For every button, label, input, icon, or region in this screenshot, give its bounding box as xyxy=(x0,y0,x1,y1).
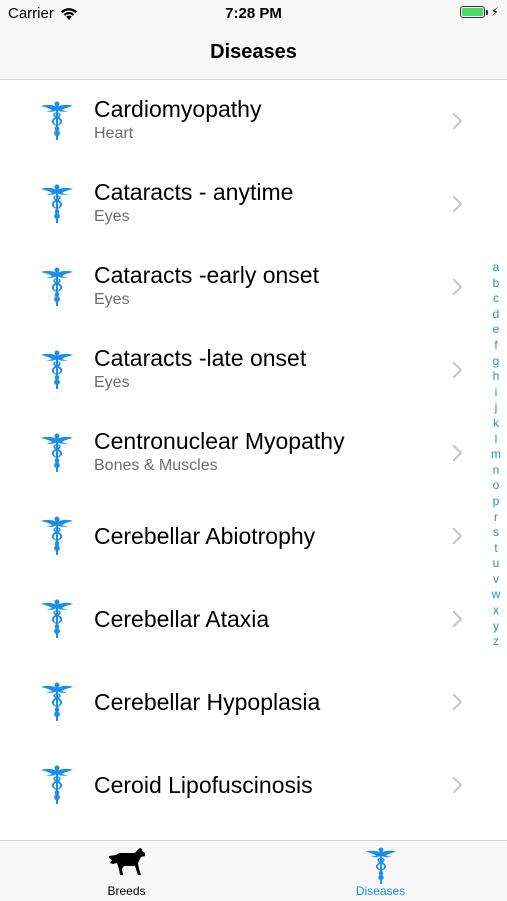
index-letter[interactable]: r xyxy=(489,510,503,526)
caduceus-icon xyxy=(41,101,73,140)
chevron-right-icon xyxy=(452,444,463,462)
disease-name: Cataracts -late onset xyxy=(94,345,307,371)
chevron-right-icon xyxy=(452,195,463,213)
index-letter[interactable]: j xyxy=(489,400,503,416)
index-letter[interactable]: o xyxy=(489,478,503,494)
index-letter[interactable]: n xyxy=(489,463,503,479)
index-letter[interactable]: b xyxy=(489,276,503,292)
caduceus-icon xyxy=(41,516,73,555)
caduceus-icon xyxy=(41,267,73,306)
chevron-right-icon xyxy=(452,361,463,379)
status-bar: Carrier 7:28 PM ⚡ xyxy=(0,0,507,28)
disease-name: Cerebellar Hypoplasia xyxy=(94,689,321,715)
battery-fill xyxy=(461,8,483,16)
list-item[interactable]: Cerebellar Hypoplasia xyxy=(0,661,507,744)
chevron-right-icon xyxy=(452,693,463,711)
index-letter[interactable]: z xyxy=(489,634,503,650)
caduceus-icon xyxy=(41,682,73,721)
tab-bar: Breeds Diseases xyxy=(0,840,507,901)
list-item[interactable]: Cardiomyopathy Heart xyxy=(0,80,507,163)
disease-category: Bones & Muscles xyxy=(94,457,218,474)
index-letter[interactable]: f xyxy=(489,338,503,354)
tab-breeds[interactable]: Breeds xyxy=(0,841,253,901)
disease-name: Cardiomyopathy xyxy=(94,96,262,122)
chevron-right-icon xyxy=(452,527,463,545)
caduceus-icon xyxy=(41,184,73,223)
chevron-right-icon xyxy=(452,112,463,130)
tab-breeds-label: Breeds xyxy=(107,884,146,898)
list-item[interactable]: Cataracts -late onset Eyes xyxy=(0,329,507,412)
list-item[interactable]: Centronuclear Myopathy Bones & Muscles xyxy=(0,412,507,495)
index-letter[interactable]: s xyxy=(489,525,503,541)
caduceus-icon xyxy=(41,350,73,389)
disease-category: Heart xyxy=(94,125,134,142)
section-index[interactable]: abcdefghijklmnoprstuvwxyz xyxy=(489,260,503,650)
index-letter[interactable]: m xyxy=(489,447,503,463)
index-letter[interactable]: t xyxy=(489,541,503,557)
index-letter[interactable]: w xyxy=(489,587,503,603)
list-item[interactable]: Cerebellar Abiotrophy xyxy=(0,495,507,578)
list-item[interactable]: Cataracts - anytime Eyes xyxy=(0,163,507,246)
list-item[interactable]: Cerebellar Ataxia xyxy=(0,578,507,661)
index-letter[interactable]: i xyxy=(489,385,503,401)
disease-name: Ceroid Lipofuscinosis xyxy=(94,772,313,798)
disease-name: Cerebellar Abiotrophy xyxy=(94,523,316,549)
index-letter[interactable]: h xyxy=(489,369,503,385)
index-letter[interactable]: d xyxy=(489,307,503,323)
tab-diseases-label: Diseases xyxy=(355,884,406,898)
index-letter[interactable]: k xyxy=(489,416,503,432)
caduceus-icon xyxy=(41,599,73,638)
status-time: 7:28 PM xyxy=(225,5,282,22)
battery-cap xyxy=(485,9,488,15)
index-letter[interactable]: g xyxy=(489,354,503,370)
chevron-right-icon xyxy=(452,610,463,628)
index-letter[interactable]: y xyxy=(489,619,503,635)
caduceus-icon xyxy=(41,433,73,472)
battery-icon: ⚡ xyxy=(459,5,499,19)
disease-name: Centronuclear Myopathy xyxy=(94,428,345,454)
disease-category: Eyes xyxy=(94,374,130,391)
index-letter[interactable]: e xyxy=(489,322,503,338)
disease-category: Eyes xyxy=(94,291,130,308)
disease-name: Cerebellar Ataxia xyxy=(94,606,270,632)
list-item[interactable]: Ceroid Lipofuscinosis xyxy=(0,744,507,827)
index-letter[interactable]: c xyxy=(489,291,503,307)
index-letter[interactable]: u xyxy=(489,556,503,572)
dog-icon xyxy=(108,848,145,875)
caduceus-icon xyxy=(365,847,396,885)
disease-category: Eyes xyxy=(94,208,130,225)
page-title: Diseases xyxy=(210,41,297,63)
disease-name: Cataracts -early onset xyxy=(94,262,319,288)
battery-body xyxy=(459,6,485,18)
tab-diseases[interactable]: Diseases xyxy=(254,841,507,901)
list-item[interactable]: Cataracts -early onset Eyes xyxy=(0,246,507,329)
caduceus-icon xyxy=(41,765,73,804)
index-letter[interactable]: l xyxy=(489,432,503,448)
charging-bolt-icon: ⚡ xyxy=(490,5,499,19)
chevron-right-icon xyxy=(452,278,463,296)
navigation-bar: Diseases xyxy=(0,28,507,80)
disease-name: Cataracts - anytime xyxy=(94,179,294,205)
index-letter[interactable]: a xyxy=(489,260,503,276)
index-letter[interactable]: x xyxy=(489,603,503,619)
index-letter[interactable]: v xyxy=(489,572,503,588)
chevron-right-icon xyxy=(452,776,463,794)
index-letter[interactable]: p xyxy=(489,494,503,510)
disease-list: Cardiomyopathy Heart Cataracts - anytime Ey… xyxy=(0,80,507,827)
